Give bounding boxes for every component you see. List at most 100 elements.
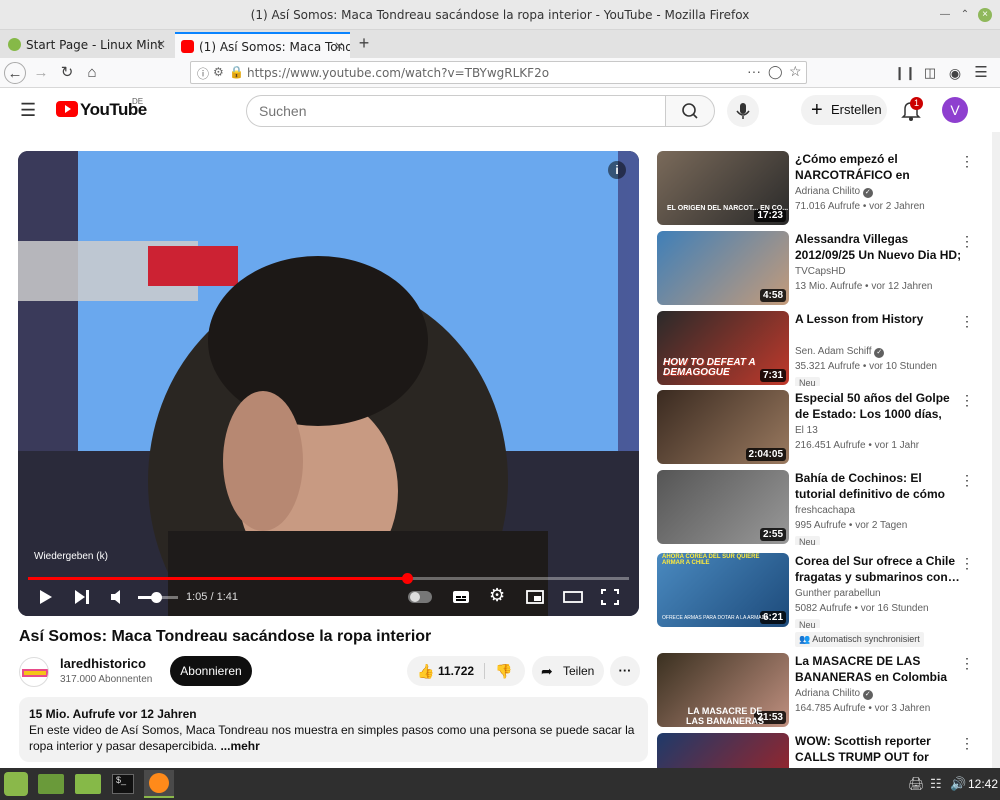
notifications-button[interactable]: 1 (900, 97, 924, 126)
voice-search-button[interactable] (727, 95, 759, 127)
recommendation-item[interactable]: 4:58 Alessandra Villegas 2012/09/25 Un Nu… (657, 231, 1000, 306)
youtube-logo[interactable]: YouTube DE (56, 97, 147, 122)
more-options-icon[interactable]: ⋮ (960, 313, 974, 330)
files-icon[interactable] (75, 774, 101, 794)
terminal-icon[interactable]: $_ (112, 774, 134, 794)
more-actions-icon[interactable]: ··· (610, 656, 640, 686)
firefox-taskbar-item[interactable] (144, 770, 174, 798)
subtitles-icon[interactable] (452, 589, 470, 605)
recommendation-channel[interactable]: Adriana Chilito ✓ (795, 186, 873, 198)
thumbs-up-icon[interactable]: 👍 (417, 656, 434, 686)
avatar[interactable]: V (942, 97, 968, 123)
video-player[interactable]: i Wiedergeben (k) 1:05 / 1:41 ⚙ (18, 151, 639, 616)
info-icon[interactable]: i (608, 161, 626, 179)
volume-handle[interactable] (151, 592, 162, 603)
back-icon[interactable]: ← (4, 62, 26, 84)
recommendation-item[interactable]: WOW: Scottish reporter CALLS TRUMP OUT f… (657, 733, 1000, 768)
new-tab-icon[interactable]: + (353, 32, 375, 54)
recommendation-title[interactable]: ¿Cómo empezó el NARCOTRÁFICO en Colombia… (795, 151, 965, 183)
recommendation-channel[interactable]: TVCapsHD (795, 266, 846, 277)
channel-avatar[interactable] (19, 657, 49, 687)
recommendation-item[interactable]: 17:23¿Cómo empezó el NARCOTRÁFICO en Col… (657, 151, 1000, 226)
volume-tray-icon[interactable]: 🔊 (950, 776, 966, 792)
recommendation-channel[interactable]: freshcachapa (795, 505, 855, 516)
minimize-icon[interactable]: — (938, 8, 952, 22)
forward-icon[interactable]: → (30, 62, 52, 84)
theater-mode-icon[interactable] (563, 589, 583, 605)
tab-youtube[interactable]: (1) Así Somos: Maca Tondreau sacándose l… (175, 32, 350, 58)
search-box[interactable] (246, 95, 666, 127)
fullscreen-icon[interactable] (601, 589, 619, 605)
more-options-icon[interactable]: ⋮ (960, 153, 974, 170)
printer-icon[interactable]: 🖨 (908, 776, 925, 792)
thumbs-down-icon[interactable]: 👎 (495, 656, 512, 686)
maximize-icon[interactable]: ⌃ (958, 8, 972, 22)
like-count[interactable]: 11.722 (438, 656, 474, 686)
recommendation-channel[interactable]: Sen. Adam Schiff ✓ (795, 346, 885, 358)
recommendation-title[interactable]: Alessandra Villegas 2012/09/25 Un Nuevo … (795, 231, 965, 263)
video-thumbnail[interactable]: 4:58 (657, 231, 789, 305)
subscribe-button[interactable]: Abonnieren (170, 656, 252, 686)
clock[interactable]: 12:42 (968, 777, 998, 791)
recommendation-title[interactable]: Especial 50 años del Golpe de Estado: Lo… (795, 390, 965, 422)
close-tab-icon[interactable]: × (334, 39, 344, 53)
miniplayer-icon[interactable] (526, 589, 544, 605)
search-input[interactable] (259, 103, 639, 119)
network-icon[interactable]: ☷ (930, 776, 942, 792)
menu-icon[interactable]: ☰ (970, 62, 992, 84)
recommendation-title[interactable]: La MASACRE DE LAS BANANERAS en Colombia (795, 653, 965, 685)
sidebar-icon[interactable]: ◫ (919, 62, 941, 84)
more-options-icon[interactable]: ⋮ (960, 233, 974, 250)
more-options-icon[interactable]: ⋮ (960, 655, 974, 672)
permissions-icon[interactable]: ⚙ (213, 65, 224, 79)
volume-icon[interactable] (110, 589, 126, 605)
recommendation-title[interactable]: Corea del Sur ofrece a Chile fragatas y … (795, 553, 965, 585)
video-thumbnail[interactable]: 2:55 (657, 470, 789, 544)
tab-start-page[interactable]: Start Page - Linux Mint × (2, 32, 172, 58)
reload-icon[interactable]: ↻ (56, 62, 78, 84)
play-icon[interactable] (38, 589, 54, 605)
search-button[interactable] (665, 95, 715, 127)
progress-bar[interactable] (28, 573, 629, 584)
home-icon[interactable]: ⌂ (81, 62, 103, 84)
create-button[interactable]: + Erstellen (801, 95, 887, 125)
url-bar[interactable]: ⓘ ⚙ 🔒 https://www.youtube.com/watch?v=TB… (190, 61, 807, 84)
thumb-text: EL ORIGEN DEL NARCOT... EN CO... (667, 205, 789, 212)
next-icon[interactable] (74, 589, 90, 605)
video-thumbnail[interactable] (657, 733, 789, 768)
recommendation-item[interactable]: 2:04:05 Especial 50 años del Golpe de Est… (657, 390, 1000, 465)
recommendation-channel[interactable]: Adriana Chilito ✓ (795, 688, 873, 700)
info-icon[interactable]: ⓘ (197, 65, 209, 82)
show-more-link[interactable]: ...mehr (220, 739, 259, 753)
mint-menu-icon[interactable] (4, 772, 28, 796)
autoplay-toggle[interactable] (408, 591, 432, 603)
recommendation-channel[interactable]: Gunther parabellun (795, 588, 881, 599)
library-icon[interactable]: ❙❙ (894, 62, 916, 84)
close-tab-icon[interactable]: × (156, 37, 166, 51)
video-thumbnail[interactable]: 17:23 (657, 151, 789, 225)
recommendation-channel[interactable]: El 13 (795, 425, 818, 436)
more-options-icon[interactable]: ⋮ (960, 555, 974, 572)
more-options-icon[interactable]: ⋮ (960, 735, 974, 752)
recommendation-title[interactable]: WOW: Scottish reporter CALLS TRUMP OUT f… (795, 733, 965, 765)
recommendation-item[interactable]: 2:55 Bahía de Cochinos: El tutorial defin… (657, 470, 1000, 545)
volume-slider[interactable] (138, 592, 178, 603)
pocket-icon[interactable]: ◯ (768, 64, 783, 80)
account-icon[interactable]: ◉ (944, 62, 966, 84)
bookmark-star-icon[interactable]: ☆ (789, 63, 802, 80)
description-box[interactable]: 15 Mio. Aufrufe vor 12 Jahren En este vi… (19, 697, 648, 762)
more-options-icon[interactable]: ⋮ (960, 472, 974, 489)
channel-name[interactable]: laredhistorico (60, 656, 146, 671)
hamburger-menu-icon[interactable]: ☰ (20, 100, 36, 121)
close-window-icon[interactable]: × (978, 8, 992, 22)
scrubber-handle[interactable] (401, 573, 413, 584)
show-desktop-icon[interactable] (38, 774, 64, 794)
more-options-icon[interactable]: ⋮ (960, 392, 974, 409)
page-scrollbar[interactable] (992, 132, 1000, 768)
settings-gear-icon[interactable]: ⚙ (489, 585, 505, 606)
recommendation-title[interactable]: Bahía de Cochinos: El tutorial definitiv… (795, 470, 965, 502)
page-actions-icon[interactable]: ··· (747, 63, 761, 79)
share-button[interactable]: ➦ Teilen (532, 656, 604, 686)
recommendation-title[interactable]: A Lesson from History (795, 311, 965, 327)
video-thumbnail[interactable]: 2:04:05 (657, 390, 789, 464)
